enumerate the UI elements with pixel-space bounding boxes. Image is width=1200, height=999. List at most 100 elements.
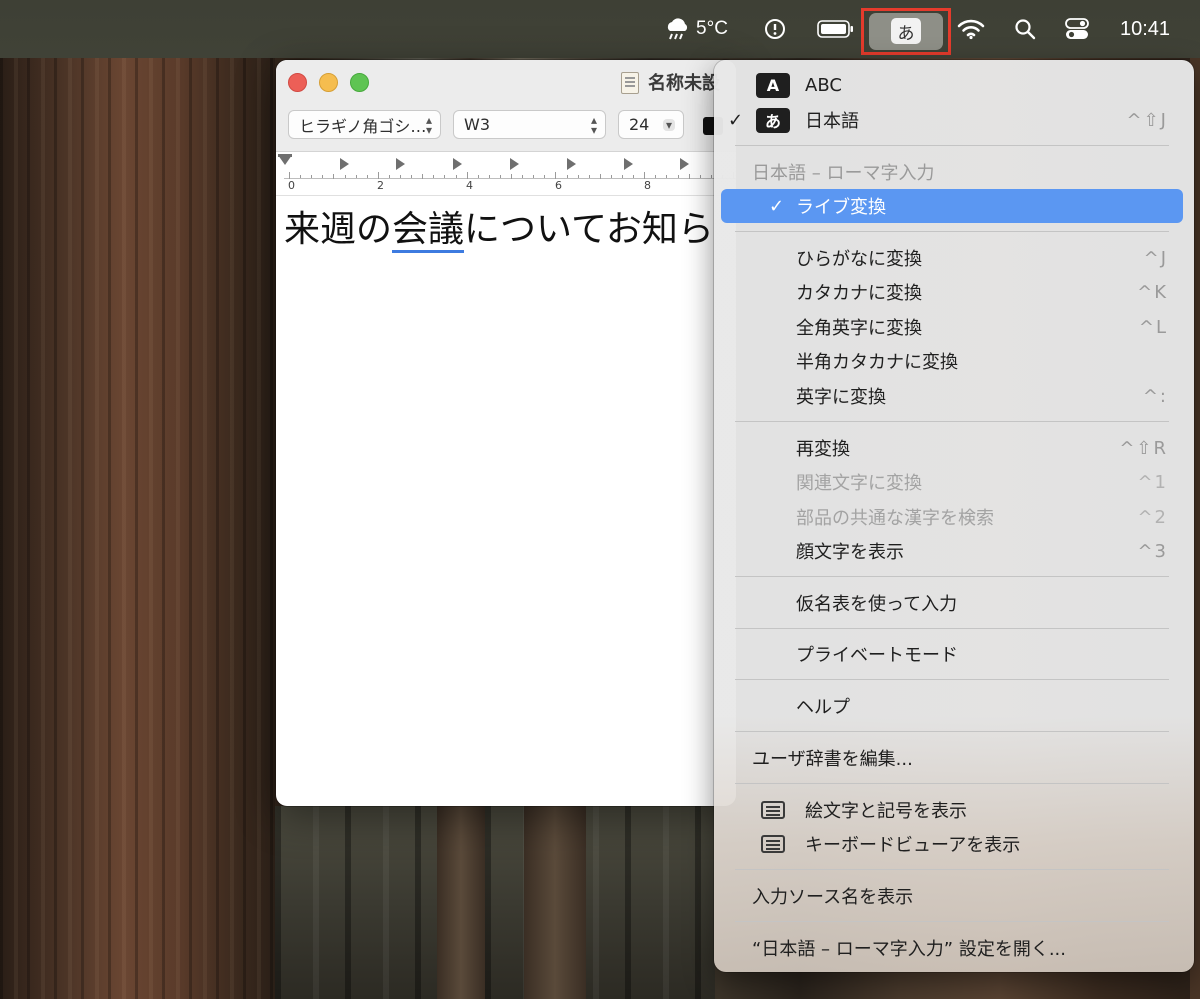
- weather-temperature-text: 5°C: [696, 18, 728, 39]
- ruler-number: 2: [377, 179, 384, 192]
- font-size-combo[interactable]: 24 ▾: [618, 110, 684, 139]
- japanese-source-icon: あ: [756, 107, 790, 133]
- menu-item-show-keyboard-viewer[interactable]: キーボードビューアを表示: [714, 827, 1194, 861]
- menu-item-convert-halfwidth-katakana[interactable]: 半角カタカナに変換: [714, 344, 1194, 378]
- menu-item-label: 顔文字を表示: [796, 542, 904, 563]
- ruler-tick: [411, 175, 413, 178]
- tab-stop[interactable]: [510, 158, 519, 170]
- ruler-tick: [499, 175, 501, 178]
- ruler-tick: [311, 175, 313, 178]
- battery-icon[interactable]: [816, 0, 856, 58]
- menu-item-label: ユーザ辞書を編集...: [752, 749, 913, 770]
- menu-item-label: カタカナに変換: [796, 283, 922, 304]
- menu-separator: [735, 576, 1169, 577]
- menu-separator: [735, 921, 1169, 922]
- updown-chevron-icon: ▴ ▾: [425, 113, 432, 137]
- ruler-tick: [677, 175, 679, 178]
- menu-item-kana-table[interactable]: 仮名表を使って入力: [714, 586, 1194, 620]
- menu-item-shortcut: ^⇧J: [1126, 109, 1168, 131]
- menu-item-label: 入力ソース名を表示: [752, 887, 914, 908]
- left-indent-marker[interactable]: [278, 154, 292, 157]
- ruler-tick: [555, 172, 557, 179]
- menu-item-help[interactable]: ヘルプ: [714, 689, 1194, 723]
- menu-item-convert-hiragana[interactable]: ひらがなに変換 ^J: [714, 241, 1194, 275]
- ruler-tick: [455, 175, 457, 178]
- tab-stop[interactable]: [396, 158, 405, 170]
- ruler-tick: [544, 175, 546, 178]
- menu-item-label: 再変換: [796, 439, 850, 460]
- tab-stop[interactable]: [567, 158, 576, 170]
- spotlight-search-icon[interactable]: [1010, 0, 1040, 58]
- menu-item-label: 英字に変換: [796, 387, 886, 408]
- ruler-tick: [688, 174, 690, 179]
- font-family-popup[interactable]: ヒラギノ角ゴシ… ▴ ▾: [288, 110, 441, 139]
- ruler-tick: [300, 175, 302, 178]
- ruler-number: 0: [288, 179, 295, 192]
- control-center-icon[interactable]: [1062, 0, 1092, 58]
- minimize-button[interactable]: [319, 73, 338, 92]
- ruler-tick: [522, 175, 524, 178]
- menu-item-label: ライブ変換: [796, 197, 886, 218]
- ruler-tick: [488, 175, 490, 178]
- ruler-tick: [699, 175, 701, 178]
- menu-item-shortcut: ^L: [1138, 316, 1168, 338]
- menu-item-label: 部品の共通な漢字を検索: [796, 508, 994, 529]
- menu-item-convert-katakana[interactable]: カタカナに変換 ^K: [714, 275, 1194, 309]
- clock[interactable]: 10:41: [1112, 0, 1178, 58]
- ruler-tick: [422, 174, 424, 179]
- alert-icon[interactable]: [760, 0, 790, 58]
- document-icon[interactable]: [621, 72, 639, 94]
- tab-stop[interactable]: [340, 158, 349, 170]
- menu-item-label: プライベートモード: [796, 645, 958, 666]
- tab-stop[interactable]: [453, 158, 462, 170]
- tab-stop[interactable]: [624, 158, 633, 170]
- menu-item-show-input-source-name[interactable]: 入力ソース名を表示: [714, 879, 1194, 913]
- ruler-tick: [588, 175, 590, 178]
- forest-image: [275, 806, 715, 999]
- font-weight-popup[interactable]: W3 ▴ ▾: [453, 110, 606, 139]
- weather-temperature[interactable]: 5°C: [692, 0, 732, 58]
- menu-item-convert-fullwidth-roman[interactable]: 全角英字に変換 ^L: [714, 310, 1194, 344]
- ruler-tick: [655, 175, 657, 178]
- ruler-baseline: [284, 178, 736, 179]
- menu-item-convert-roman[interactable]: 英字に変換 ^:: [714, 379, 1194, 413]
- menu-item-private-mode[interactable]: プライベートモード: [714, 637, 1194, 671]
- font-family-value: ヒラギノ角ゴシ…: [299, 116, 427, 136]
- menu-item-show-emoticons[interactable]: 顔文字を表示 ^3: [714, 534, 1194, 568]
- menu-separator: [735, 869, 1169, 870]
- menu-separator: [735, 231, 1169, 232]
- menu-item-open-settings[interactable]: “日本語 – ローマ字入力” 設定を開く...: [714, 931, 1194, 965]
- menu-item-show-emoji-symbols[interactable]: 絵文字と記号を表示: [714, 793, 1194, 827]
- ruler-tick: [599, 174, 601, 179]
- menu-item-live-conversion[interactable]: ✓ ライブ変換: [721, 189, 1183, 223]
- ruler[interactable]: 0 2 4 6 8: [276, 152, 736, 196]
- menu-item-abc[interactable]: A ABC: [714, 68, 1194, 102]
- menu-section-header: 日本語 – ローマ字入力: [714, 155, 1194, 189]
- menu-item-japanese[interactable]: ✓ あ 日本語 ^⇧J: [714, 103, 1194, 137]
- menu-item-label: 絵文字と記号を表示: [805, 801, 967, 822]
- menu-item-edit-user-dictionary[interactable]: ユーザ辞書を編集...: [714, 741, 1194, 775]
- keyboard-viewer-icon: [761, 835, 785, 853]
- menu-item-label: ひらがなに変換: [796, 249, 922, 270]
- close-button[interactable]: [288, 73, 307, 92]
- font-size-value: 24: [629, 115, 650, 134]
- ruler-tick: [633, 175, 635, 178]
- ruler-tick: [366, 175, 368, 178]
- menu-item-reconvert[interactable]: 再変換 ^⇧R: [714, 431, 1194, 465]
- menu-separator: [735, 783, 1169, 784]
- menu-separator: [735, 145, 1169, 146]
- emoji-viewer-icon: [761, 801, 785, 819]
- tab-stop[interactable]: [680, 158, 689, 170]
- window-titlebar[interactable]: 名称未設 ヒラギノ角ゴシ… ▴ ▾ W3 ▴ ▾ 24 ▾: [276, 60, 736, 152]
- wifi-icon[interactable]: [955, 0, 987, 58]
- weather-icon[interactable]: [660, 0, 694, 58]
- document-text[interactable]: 来週の会議についてお知ら: [284, 200, 714, 253]
- ruler-tick: [577, 175, 579, 178]
- clock-text: 10:41: [1119, 17, 1171, 40]
- chevron-down-icon[interactable]: ▾: [662, 119, 675, 131]
- menu-item-label: 日本語: [805, 111, 859, 132]
- input-source-menu: A ABC ✓ あ 日本語 ^⇧J 日本語 – ローマ字入力 ✓ ライブ変換 ひ…: [714, 60, 1194, 972]
- tree-image: [524, 806, 586, 999]
- ruler-tick: [289, 172, 290, 179]
- zoom-button[interactable]: [350, 73, 369, 92]
